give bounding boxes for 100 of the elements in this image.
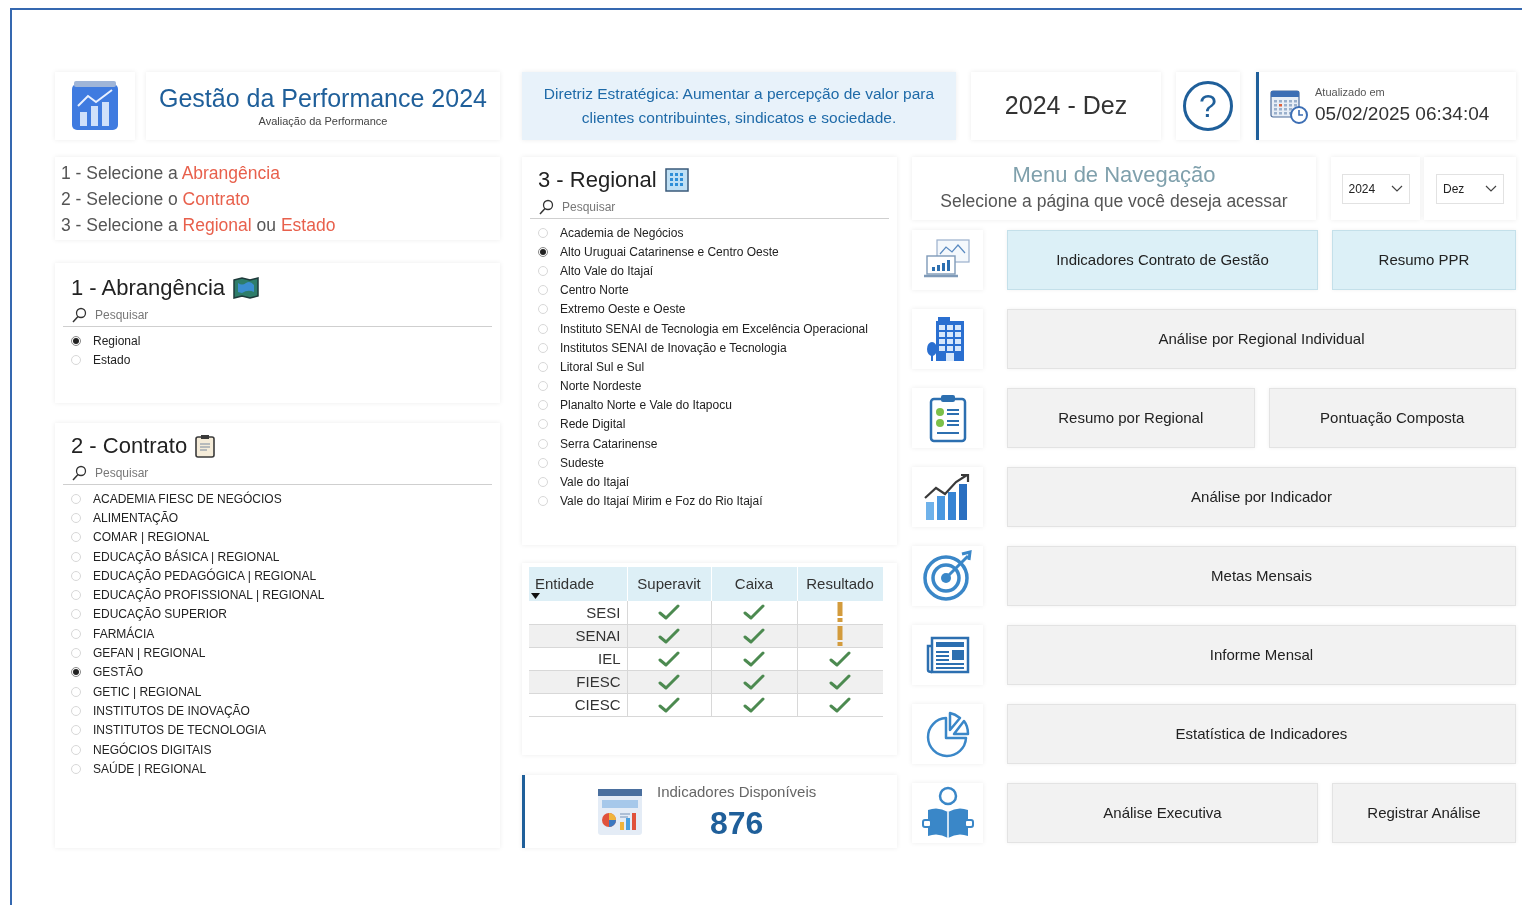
slicer-title: 1 - Abrangência <box>71 274 226 302</box>
check-icon <box>743 627 765 644</box>
option-label[interactable]: INSTITUTOS DE INOVAÇÃO <box>93 701 250 720</box>
nav-button[interactable]: Registrar Análise <box>1332 783 1516 843</box>
chevron-down-icon <box>1485 184 1497 193</box>
option-label[interactable]: SAÚDE | REGIONAL <box>93 759 207 778</box>
option-label[interactable]: Rede Digital <box>560 415 626 434</box>
kpi-label: Indicadores Disponíveis <box>657 782 817 803</box>
radio-button[interactable] <box>71 335 81 346</box>
check-icon <box>829 696 852 713</box>
check-icon <box>658 673 680 690</box>
option-label[interactable]: Estado <box>93 350 131 369</box>
nav-button[interactable]: Metas Mensais <box>1007 546 1516 606</box>
option-label[interactable]: GEFAN | REGIONAL <box>93 644 206 662</box>
nav-button[interactable]: Análise por Indicador <box>1007 467 1516 527</box>
column-header[interactable]: Resultado <box>806 574 874 592</box>
nav-button[interactable]: Análise Executiva <box>1007 783 1318 843</box>
nav-title: Menu de Navegação <box>1012 162 1216 189</box>
checklist-icon <box>927 393 968 443</box>
option-label[interactable]: Extremo Oeste e Oeste <box>560 300 686 319</box>
dashboard-icon <box>597 787 643 836</box>
option-label[interactable]: Planalto Norte e Vale do Itapocu <box>560 396 732 415</box>
search-field[interactable]: Pesquisar <box>95 464 492 482</box>
option-label[interactable]: Regional <box>93 331 141 350</box>
dropdown[interactable]: Dez <box>1436 173 1504 204</box>
sort-descending-icon[interactable] <box>531 593 540 599</box>
chevron-down-icon <box>1390 184 1403 193</box>
report-subtitle: Avaliação da Performance <box>258 113 388 129</box>
option-label[interactable]: EDUCAÇÃO PEDAGÓGICA | REGIONAL <box>93 566 317 585</box>
radio-button[interactable] <box>538 246 548 257</box>
calendar-clock-icon <box>1269 87 1309 125</box>
search-icon <box>538 199 554 215</box>
check-icon <box>658 696 680 713</box>
chart-calendar-icon <box>70 80 120 132</box>
newspaper-icon <box>925 636 970 674</box>
column-header[interactable]: Caixa <box>734 574 774 592</box>
option-label[interactable]: EDUCAÇÃO SUPERIOR <box>93 605 228 624</box>
exclamation-icon <box>837 625 844 646</box>
entity-cell: CIESC <box>529 693 627 716</box>
option-label[interactable]: GETIC | REGIONAL <box>93 682 202 701</box>
check-icon <box>829 650 852 667</box>
nav-button[interactable]: Análise por Regional Individual <box>1007 309 1516 369</box>
check-icon <box>743 696 765 713</box>
nav-button[interactable]: Resumo por Regional <box>1007 388 1255 448</box>
option-label[interactable]: GESTÃO <box>93 663 143 682</box>
check-icon <box>743 604 765 621</box>
column-header[interactable]: Superavit <box>637 574 701 592</box>
search-field[interactable]: Pesquisar <box>95 306 492 324</box>
column-header[interactable]: Entidade <box>535 574 595 592</box>
person-reading-icon <box>921 786 974 840</box>
nav-button[interactable]: Informe Mensal <box>1007 625 1516 685</box>
option-label[interactable]: Sudeste <box>560 453 605 472</box>
option-label[interactable]: Alto Uruguai Catarinense e Centro Oeste <box>560 242 779 261</box>
period-text: 2024 - Dez <box>1004 90 1128 122</box>
map-icon <box>233 276 260 299</box>
check-icon <box>658 604 680 621</box>
updated-timestamp: 05/02/2025 06:34:04 <box>1315 102 1490 126</box>
option-label[interactable]: ACADEMIA FIESC DE NEGÓCIOS <box>93 489 282 508</box>
directive-text: Diretriz Estratégica: Aumentar a percepção de valor para clientes contribuintes, sindicatos e sociedade. <box>542 84 936 128</box>
building-icon <box>664 167 689 192</box>
instruction-line: 3 - Selecione a Regional ou Estado <box>61 213 337 237</box>
help-button[interactable]: ? <box>1183 81 1233 131</box>
option-label[interactable]: Institutos SENAI de Inovação e Tecnologia <box>560 338 787 357</box>
check-icon <box>743 673 765 690</box>
option-label[interactable]: COMAR | REGIONAL <box>93 528 210 547</box>
radio-button[interactable] <box>71 667 81 678</box>
dropdown[interactable]: 2024 <box>1341 173 1410 204</box>
search-icon <box>71 465 87 481</box>
option-label[interactable]: Litoral Sul e Sul <box>560 357 645 376</box>
option-label[interactable]: Academia de Negócios <box>560 223 684 242</box>
updated-label: Atualizado em <box>1315 84 1386 100</box>
target-icon <box>921 550 974 602</box>
option-label[interactable]: ALIMENTAÇÃO <box>93 508 179 527</box>
nav-button[interactable]: Resumo PPR <box>1332 230 1516 290</box>
exclamation-icon <box>837 602 844 623</box>
option-label[interactable]: FARMÁCIA <box>93 624 155 643</box>
nav-button[interactable]: Pontuação Composta <box>1268 388 1516 448</box>
option-label[interactable]: Instituto SENAI de Tecnologia em Excelência Operacional <box>560 319 868 338</box>
option-label[interactable]: Vale do Itajaí Mirim e Foz do Rio Itajaí <box>560 492 763 511</box>
kpi-value: 876 <box>709 803 764 842</box>
clipboard-icon <box>195 433 216 458</box>
report-title: Gestão da Performance 2024 <box>159 82 487 113</box>
option-label[interactable]: EDUCAÇÃO PROFISSIONAL | REGIONAL <box>93 586 325 605</box>
search-field[interactable]: Pesquisar <box>562 198 889 216</box>
check-icon <box>829 673 852 690</box>
option-label[interactable]: EDUCAÇÃO BÁSICA | REGIONAL <box>93 547 280 566</box>
nav-button[interactable]: Indicadores Contrato de Gestão <box>1007 230 1318 290</box>
option-label[interactable]: Centro Norte <box>560 281 629 300</box>
option-label[interactable]: Vale do Itajaí <box>560 473 630 492</box>
entity-cell: SESI <box>529 601 627 624</box>
option-label[interactable]: NEGÓCIOS DIGITAIS <box>93 740 212 759</box>
entity-cell: FIESC <box>529 670 627 693</box>
option-label[interactable]: Norte Nordeste <box>560 377 642 396</box>
option-label[interactable]: Alto Vale do Itajaí <box>560 261 654 280</box>
nav-subtitle: Selecione a página que você deseja acessar <box>940 190 1288 214</box>
option-label[interactable]: INSTITUTOS DE TECNOLOGIA <box>93 721 266 740</box>
entity-cell: SENAI <box>529 624 627 647</box>
nav-button[interactable]: Estatística de Indicadores <box>1007 704 1516 764</box>
check-icon <box>658 627 680 644</box>
option-label[interactable]: Serra Catarinense <box>560 434 658 453</box>
